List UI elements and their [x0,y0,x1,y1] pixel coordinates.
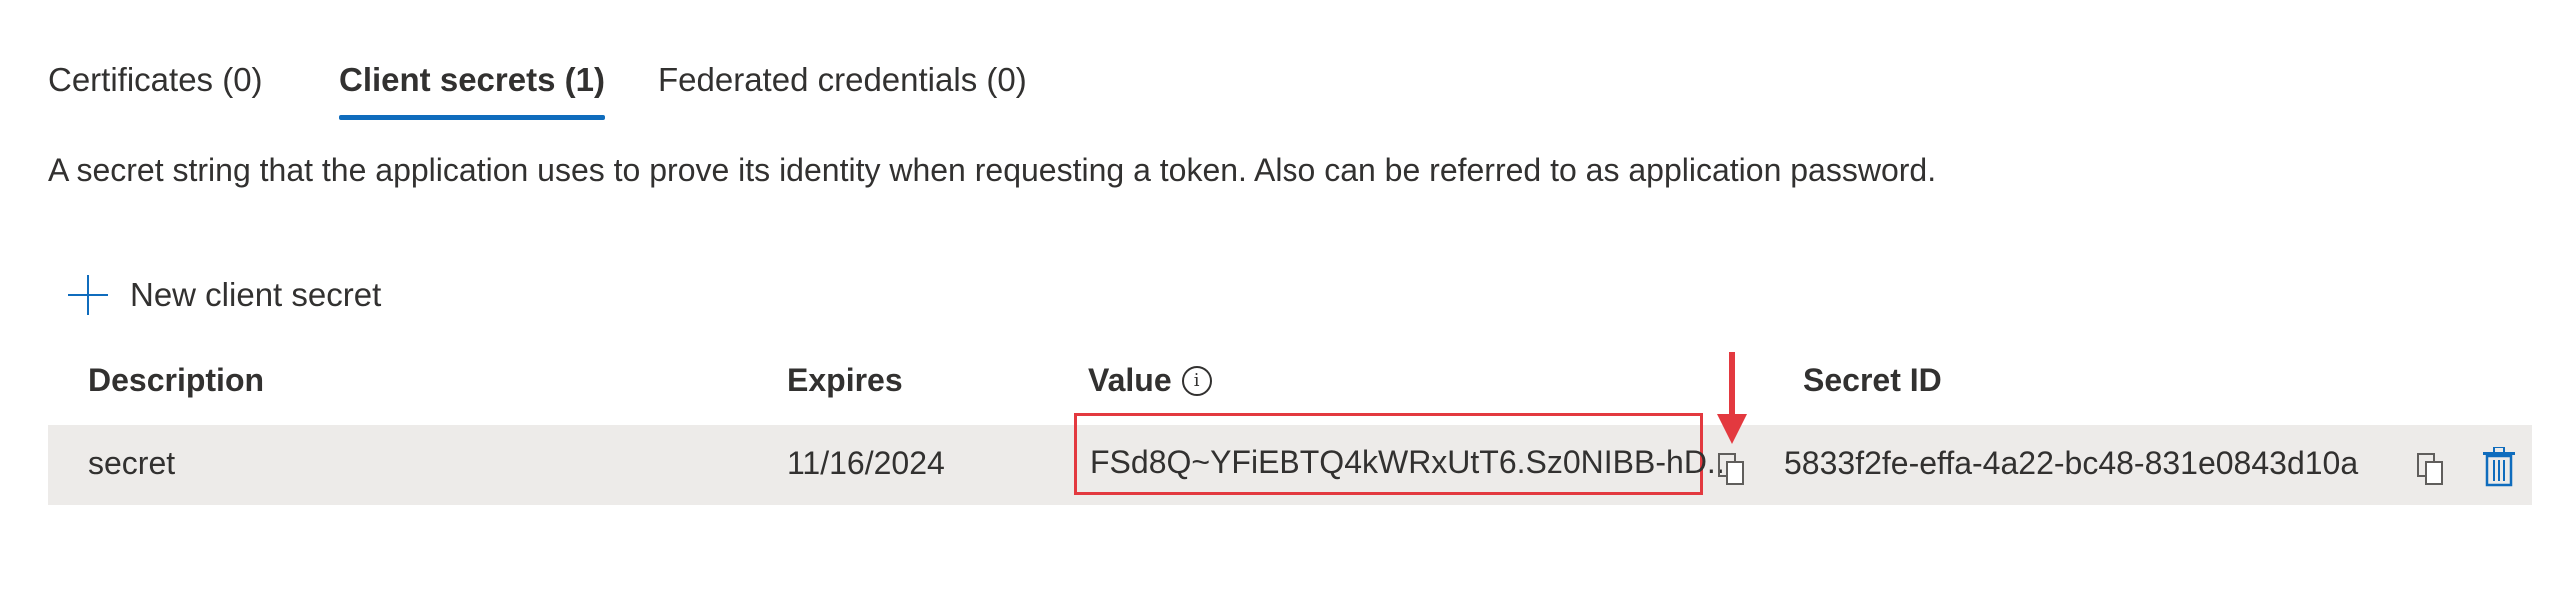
plus-icon [68,275,108,315]
tab-certificates[interactable]: Certificates (0) [48,52,263,108]
tab-client-secrets[interactable]: Client secrets (1) [339,52,605,120]
section-description: A secret string that the application use… [48,152,1937,188]
tab-federated-credentials[interactable]: Federated credentials (0) [658,52,1027,108]
new-client-secret-label: New client secret [130,276,382,313]
copy-value-icon[interactable] [1717,452,1747,486]
cell-expires: 11/16/2024 [787,445,945,481]
new-client-secret-button[interactable]: New client secret [68,270,381,320]
column-header-expires: Expires [787,362,903,398]
info-icon[interactable]: i [1181,365,1212,396]
cell-description: secret [88,445,176,481]
arrow-down-icon [1717,352,1747,444]
cell-value-highlighted: FSd8Q~YFiEBTQ4kWRxUtT6.Sz0NIBB-hD... [1074,413,1734,495]
secret-value: FSd8Q~YFiEBTQ4kWRxUtT6.Sz0NIBB-hD... [1090,444,1734,480]
copy-secret-id-icon[interactable] [2416,452,2446,486]
delete-icon[interactable] [2483,447,2515,487]
column-header-description: Description [88,362,265,398]
column-header-secret-id: Secret ID [1803,362,1942,398]
cell-secret-id: 5833f2fe-effa-4a22-bc48-831e0843d10a [1784,445,2359,481]
column-header-value: Value i [1088,362,1212,399]
column-header-value-label: Value [1088,362,1172,398]
